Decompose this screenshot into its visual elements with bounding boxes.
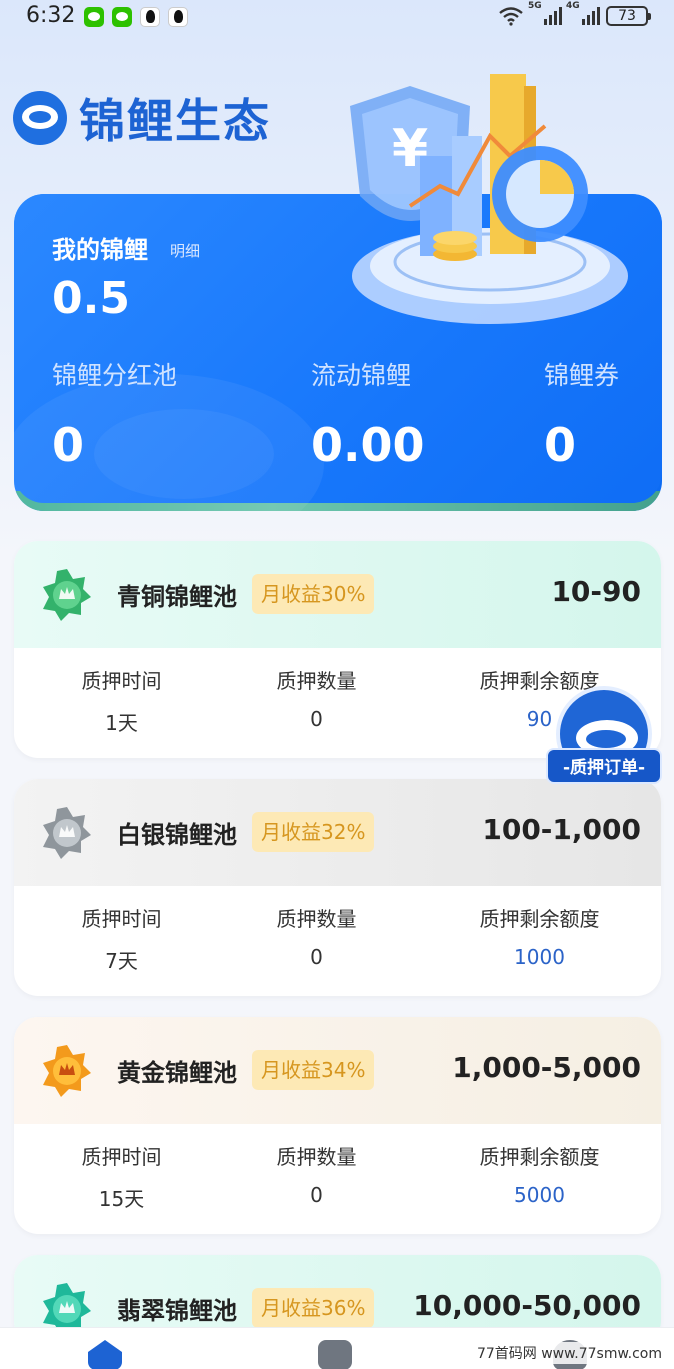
stake-count-col: 质押数量 0 bbox=[209, 1141, 424, 1207]
monthly-yield-tag: 月收益34% bbox=[252, 1050, 375, 1090]
stake-orders-button[interactable]: -质押订单- bbox=[546, 686, 662, 798]
pool-range: 10,000-50,000 bbox=[413, 1289, 641, 1322]
brand-title: 锦鲤生态 bbox=[79, 94, 271, 148]
wifi-icon bbox=[499, 7, 523, 26]
stake-count-label: 质押数量 bbox=[276, 669, 357, 693]
stake-time-value: 1天 bbox=[105, 711, 138, 735]
liquid-koi-value: 0.00 bbox=[311, 418, 425, 472]
koi-logo-icon bbox=[13, 91, 67, 145]
stake-count-value: 0 bbox=[310, 707, 323, 731]
stake-count-label: 质押数量 bbox=[276, 1145, 357, 1169]
qq-notification-icon bbox=[168, 7, 188, 27]
stake-quota-col: 质押剩余额度 5000 bbox=[432, 1141, 647, 1207]
dividend-pool-label: 锦鲤分红池 bbox=[52, 361, 178, 390]
monthly-yield-tag: 月收益30% bbox=[252, 574, 375, 614]
koi-coupon-value: 0 bbox=[544, 418, 577, 472]
stake-quota-label: 质押剩余额度 bbox=[479, 907, 600, 931]
wechat-notification-icon bbox=[84, 7, 104, 27]
stake-time-col: 质押时间 15天 bbox=[14, 1141, 229, 1212]
pool-range: 10-90 bbox=[551, 575, 641, 608]
my-koi-label: 我的锦鲤 bbox=[52, 236, 148, 264]
stake-count-label: 质押数量 bbox=[276, 907, 357, 931]
bronze-badge-icon bbox=[43, 569, 91, 621]
detail-link[interactable]: 明细 bbox=[170, 240, 200, 261]
koi-coupon-label: 锦鲤券 bbox=[544, 361, 620, 390]
stake-quota-col: 质押剩余额度 1000 bbox=[432, 903, 647, 969]
stake-count-col: 质押数量 0 bbox=[209, 903, 424, 969]
brand-header: 锦鲤生态 bbox=[13, 85, 271, 151]
pool-range: 100-1,000 bbox=[482, 813, 641, 846]
pool-name: 白银锦鲤池 bbox=[117, 821, 237, 849]
stake-count-value: 0 bbox=[310, 1183, 323, 1207]
pool-name: 青铜锦鲤池 bbox=[117, 583, 237, 611]
signal-5g-icon: 5G bbox=[528, 1, 562, 25]
stake-count-col: 质押数量 0 bbox=[209, 665, 424, 731]
stake-time-col: 质押时间 1天 bbox=[14, 665, 229, 736]
wechat-notification-icon bbox=[112, 7, 132, 27]
stake-quota-label: 质押剩余额度 bbox=[479, 1145, 600, 1169]
stake-time-label: 质押时间 bbox=[81, 1145, 162, 1169]
dividend-pool-value: 0 bbox=[52, 418, 85, 472]
qq-notification-icon bbox=[140, 7, 160, 27]
stake-quota-value: 1000 bbox=[514, 945, 565, 969]
finance-illustration: ¥ bbox=[350, 74, 628, 324]
stake-time-label: 质押时间 bbox=[81, 907, 162, 931]
stake-time-value: 7天 bbox=[105, 949, 138, 973]
message-tab-icon[interactable] bbox=[318, 1340, 352, 1369]
status-bar: 6:32 5G 4G 73 bbox=[0, 0, 674, 34]
gold-badge-icon bbox=[43, 1045, 91, 1097]
pool-card-silver[interactable]: 白银锦鲤池 月收益32% 100-1,000 质押时间 7天 质押数量 0 质押… bbox=[14, 779, 661, 996]
pool-name: 黄金锦鲤池 bbox=[117, 1059, 237, 1087]
my-koi-value: 0.5 bbox=[52, 273, 130, 324]
signal-4g-icon: 4G bbox=[566, 1, 600, 25]
stake-orders-label: -质押订单- bbox=[546, 748, 662, 784]
stake-time-label: 质押时间 bbox=[81, 669, 162, 693]
silver-badge-icon bbox=[43, 807, 91, 859]
site-watermark: 77首码网 www.77smw.com bbox=[472, 1342, 666, 1364]
stake-time-value: 15天 bbox=[98, 1187, 145, 1211]
stake-count-value: 0 bbox=[310, 945, 323, 969]
stake-time-col: 质押时间 7天 bbox=[14, 903, 229, 974]
status-time: 6:32 bbox=[26, 3, 76, 28]
monthly-yield-tag: 月收益36% bbox=[252, 1288, 375, 1328]
pool-name: 翡翠锦鲤池 bbox=[117, 1297, 237, 1325]
stake-quota-value: 5000 bbox=[514, 1183, 565, 1207]
monthly-yield-tag: 月收益32% bbox=[252, 812, 375, 852]
home-tab-icon[interactable] bbox=[88, 1340, 122, 1369]
pool-range: 1,000-5,000 bbox=[452, 1051, 641, 1084]
pool-card-gold[interactable]: 黄金锦鲤池 月收益34% 1,000-5,000 质押时间 15天 质押数量 0… bbox=[14, 1017, 661, 1234]
battery-indicator: 73 bbox=[606, 6, 651, 26]
liquid-koi-label: 流动锦鲤 bbox=[311, 361, 412, 390]
